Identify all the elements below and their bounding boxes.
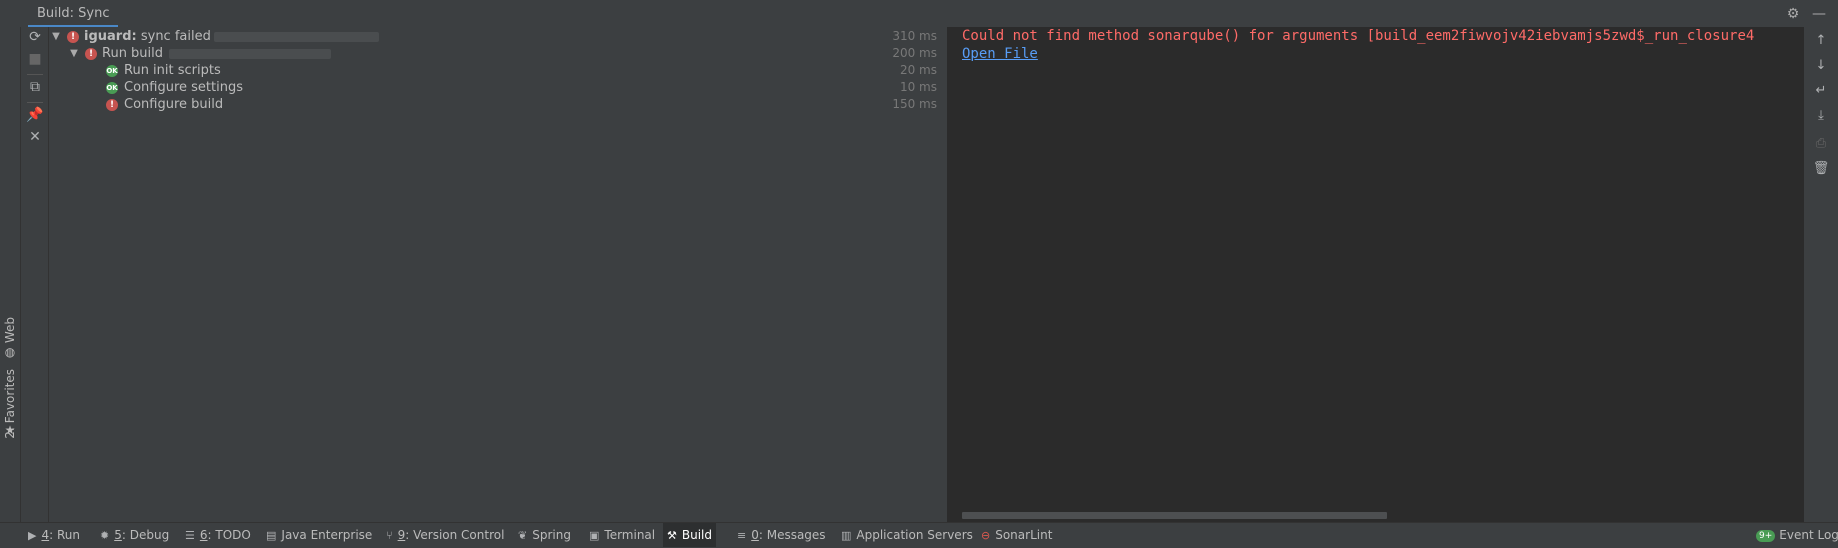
tree-row-root[interactable]: ▼ ! iguard: sync failed 310 ms (49, 28, 947, 45)
duration: 200 ms (892, 46, 937, 60)
tree-row-run-build[interactable]: ▼ ! Run build 200 ms (49, 45, 947, 62)
trash-icon[interactable]: 🗑 (1812, 160, 1830, 178)
print-icon[interactable]: ⎙ (1812, 135, 1830, 153)
run-icon: ▶ (28, 529, 37, 542)
toolbar-separator (27, 102, 43, 103)
tree-row-init-scripts[interactable]: OK Run init scripts 20 ms (49, 62, 947, 79)
duration: 10 ms (899, 80, 937, 94)
tab-debug[interactable]: ✹ 5: Debug (96, 523, 173, 547)
copy-icon[interactable]: ⧉ (25, 77, 45, 97)
expand-arrow-icon[interactable]: ▼ (69, 45, 79, 62)
toolbar-separator (27, 74, 43, 75)
tool-window-bar: ▶ 4: Run ✹ 5: Debug ☰ 6: TODO ▤ Java Enterpr… (0, 522, 1838, 548)
minimize-icon[interactable]: — (1810, 5, 1828, 23)
debug-icon: ✹ (100, 529, 110, 542)
tab-sonarlint[interactable]: ⊖ SonarLint (977, 523, 1056, 547)
messages-icon: ≡ (737, 529, 747, 542)
success-icon: OK (106, 65, 118, 77)
project-name: iguard: (84, 29, 137, 44)
tree-row-label: Run build (102, 46, 164, 61)
web-label: Web (3, 317, 17, 344)
globe-icon: ◍ (4, 345, 16, 359)
pin-icon[interactable]: 📌 (25, 105, 45, 125)
tab-spring[interactable]: ❦ Spring (514, 523, 575, 547)
tab-version-control[interactable]: ⑂ 9: Version Control (382, 523, 508, 547)
up-arrow-icon[interactable]: ↑ (1812, 32, 1830, 50)
duration: 20 ms (899, 63, 937, 77)
tree-row-configure-build[interactable]: ! Configure build 150 ms (49, 96, 947, 113)
stop-icon[interactable]: ■ (25, 49, 45, 69)
error-message: Could not find method sonarqube() for ar… (962, 28, 1755, 44)
duration: 310 ms (892, 29, 937, 43)
tree-row-label: Configure build (124, 97, 224, 112)
tree-row-label: sync failed (136, 29, 211, 44)
tab-todo[interactable]: ☰ 6: TODO (181, 523, 255, 547)
todo-icon: ☰ (185, 529, 195, 542)
tab-terminal[interactable]: ▣ Terminal (585, 523, 659, 547)
build-tree: ▼ ! iguard: sync failed 310 ms ▼ ! Run b… (49, 27, 947, 522)
hammer-icon: ⚒ (667, 529, 677, 542)
sync-icon[interactable]: ⟳ (25, 27, 45, 47)
event-log-button[interactable]: 9+ Event Log (1752, 523, 1838, 547)
soft-wrap-icon[interactable]: ↵ (1812, 82, 1830, 100)
gear-icon[interactable]: ⚙ (1784, 5, 1802, 23)
tab-messages[interactable]: ≡ 0: Messages (733, 523, 830, 547)
tab-build[interactable]: ⚒ Build (663, 523, 716, 547)
tree-row-configure-settings[interactable]: OK Configure settings 10 ms (49, 79, 947, 96)
redacted-text (169, 49, 331, 59)
error-icon: ! (67, 31, 79, 43)
tab-application-servers[interactable]: ▥ Application Servers (837, 523, 977, 547)
console-output[interactable]: Could not find method sonarqube() for ar… (948, 27, 1804, 522)
left-tool-stripe: Web ◍ 2: Favorites ★ (0, 27, 21, 522)
tree-row-label: Run init scripts (124, 63, 221, 78)
open-file-link[interactable]: Open File (962, 46, 1038, 62)
console-toolbar: ↑ ↓ ↵ ⤓ ⎙ 🗑 (1804, 27, 1838, 522)
favorites-stripe-button[interactable]: 2: Favorites (0, 369, 20, 459)
tab-run[interactable]: ▶ 4: Run (24, 523, 84, 547)
app-servers-icon: ▥ (841, 529, 852, 542)
duration: 150 ms (892, 97, 937, 111)
tree-row-label: Configure settings (124, 80, 243, 95)
tool-window-header: Build: Sync ⚙ — (0, 0, 1838, 28)
tool-window-title-tab[interactable]: Build: Sync (28, 0, 119, 27)
redacted-text (214, 32, 379, 42)
tab-java-enterprise[interactable]: ▤ Java Enterprise (262, 523, 376, 547)
success-icon: OK (106, 82, 118, 94)
version-control-icon: ⑂ (386, 529, 393, 542)
star-icon: ★ (4, 423, 16, 437)
close-icon[interactable]: ✕ (25, 127, 45, 147)
error-icon: ! (85, 48, 97, 60)
build-toolbar: ⟳ ■ ⧉ 📌 ✕ (21, 27, 49, 522)
horizontal-scrollbar[interactable] (962, 512, 1387, 519)
scroll-to-end-icon[interactable]: ⤓ (1812, 107, 1830, 125)
expand-arrow-icon[interactable]: ▼ (51, 28, 61, 45)
event-log-badge: 9+ (1756, 529, 1776, 542)
java-enterprise-icon: ▤ (266, 529, 277, 542)
down-arrow-icon[interactable]: ↓ (1812, 57, 1830, 75)
sonarlint-icon: ⊖ (981, 529, 991, 542)
spring-icon: ❦ (518, 529, 528, 542)
terminal-icon: ▣ (589, 529, 600, 542)
error-icon: ! (106, 99, 118, 111)
